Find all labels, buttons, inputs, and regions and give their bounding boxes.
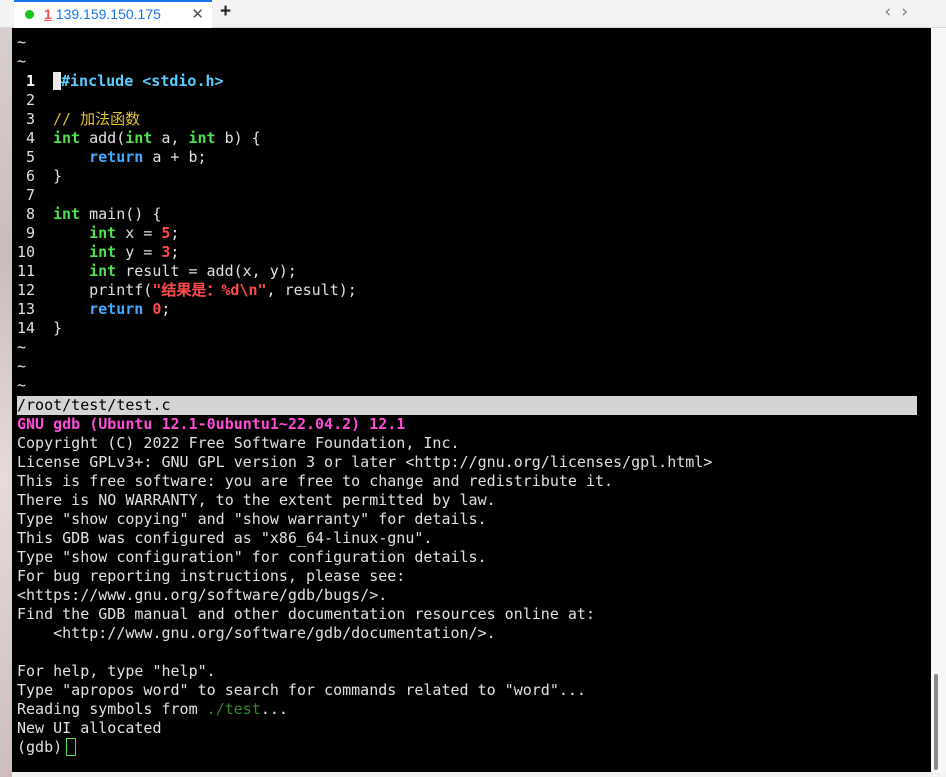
empty-line-marker: ~ <box>17 376 27 394</box>
gdb-output-line: New UI allocated <box>17 719 162 737</box>
source-file-status-bar: /root/test/test.c <box>17 396 917 415</box>
code-line: 12 printf("结果是：%d\n", result); <box>17 281 357 300</box>
line-number: 13 <box>17 300 36 318</box>
gdb-output-line: Type "show configuration" for configurat… <box>17 548 487 566</box>
line-number: 6 <box>25 167 35 185</box>
executable-path: ./test <box>206 700 261 718</box>
gdb-output-line: For bug reporting instructions, please s… <box>17 567 406 585</box>
gdb-output-line: License GPLv3+: GNU GPL version 3 or lat… <box>17 453 713 471</box>
gdb-output-line: <https://www.gnu.org/software/gdb/bugs/>… <box>17 586 388 604</box>
code-text: return a + b; <box>89 148 207 166</box>
code-line: 3 // 加法函数 <box>17 110 140 129</box>
line-number: 7 <box>25 186 35 204</box>
gdb-prompt-line[interactable]: (gdb) <box>17 738 77 757</box>
chevron-right-icon[interactable]: › <box>901 2 918 22</box>
code-text: int main() { <box>53 205 162 223</box>
window-bottom-edge <box>12 772 946 777</box>
tab-number: 1 <box>44 6 52 22</box>
line-number: 2 <box>25 91 35 109</box>
connection-status-icon <box>25 10 34 19</box>
code-line: 10 int y = 3; <box>17 243 179 262</box>
line-number: 9 <box>25 224 35 242</box>
code-line: 1 #include <stdio.h> <box>17 72 224 91</box>
code-line: 14} <box>17 319 62 338</box>
empty-line-marker: ~ <box>17 52 27 70</box>
scrollbar-thumb[interactable] <box>934 674 938 770</box>
empty-line-marker: ~ <box>17 357 27 375</box>
gdb-prompt: (gdb) <box>17 738 63 756</box>
chevron-left-icon[interactable]: ‹ <box>884 2 901 22</box>
gdb-output-line: This is free software: you are free to c… <box>17 472 614 490</box>
code-line: 5 return a + b; <box>17 148 207 167</box>
code-line: 9 int x = 5; <box>17 224 179 243</box>
desktop-background <box>0 28 12 777</box>
gdb-output-line: <http://www.gnu.org/software/gdb/documen… <box>17 624 496 642</box>
gdb-version-line: GNU gdb (Ubuntu 12.1-0ubuntu1~22.04.2) 1… <box>17 415 406 433</box>
code-text: } <box>53 319 63 337</box>
code-line: 4 int add(int a, int b) { <box>17 129 261 148</box>
session-tab[interactable]: 1 139.159.150.175 ✕ <box>14 0 212 28</box>
code-line: 2 <box>17 91 53 110</box>
input-cursor[interactable] <box>66 738 77 756</box>
line-number: 8 <box>25 205 35 223</box>
gdb-output-line: Type "apropos word" to search for comman… <box>17 681 586 699</box>
code-text: int x = 5; <box>89 224 180 242</box>
code-text: #include <stdio.h> <box>61 72 224 90</box>
code-line: 11 int result = add(x, y); <box>17 262 297 281</box>
gdb-reading-symbols-line: Reading symbols from ./test... <box>17 700 288 719</box>
line-number: 1 <box>25 72 35 90</box>
new-tab-button[interactable]: + <box>220 1 231 23</box>
code-text: } <box>53 167 63 185</box>
terminal-pane[interactable]: ~ ~ 1 #include <stdio.h> 2 3 // 加法函数 4 int … <box>12 28 931 772</box>
code-text: int add(int a, int b) { <box>53 129 261 147</box>
tab-host: 139.159.150.175 <box>55 6 161 22</box>
code-text: printf("结果是：%d\n", result); <box>53 281 357 299</box>
gdb-output-line: This GDB was configured as "x86_64-linux… <box>17 529 433 547</box>
line-number: 4 <box>25 129 35 147</box>
line-number: 10 <box>17 243 36 261</box>
tab-label: 1 139.159.150.175 <box>44 6 161 22</box>
gdb-output-line: For help, type "help". <box>17 662 216 680</box>
tab-nav: ‹› <box>884 2 918 22</box>
code-line: 13 return 0; <box>17 300 170 319</box>
code-line: 6} <box>17 167 62 186</box>
code-line: 7 <box>17 186 53 205</box>
line-number: 3 <box>25 110 35 128</box>
scrollbar-track[interactable] <box>931 28 946 772</box>
line-number: 11 <box>17 262 36 280</box>
line-number: 12 <box>17 281 36 299</box>
gdb-output-line: There is NO WARRANTY, to the extent perm… <box>17 491 496 509</box>
code-text: return 0; <box>89 300 171 318</box>
gdb-output-line: Type "show copying" and "show warranty" … <box>17 510 487 528</box>
tab-bar: 1 139.159.150.175 ✕ + ‹› <box>0 0 946 28</box>
line-number: 14 <box>17 319 36 337</box>
gdb-output-line: Copyright (C) 2022 Free Software Foundat… <box>17 434 460 452</box>
gdb-output-line: Find the GDB manual and other documentat… <box>17 605 595 623</box>
empty-line-marker: ~ <box>17 338 27 356</box>
code-comment: // 加法函数 <box>53 110 141 128</box>
code-text: int result = add(x, y); <box>89 262 297 280</box>
reading-suffix: ... <box>260 700 288 718</box>
close-icon[interactable]: ✕ <box>191 5 204 23</box>
empty-line-marker: ~ <box>17 33 27 51</box>
reading-prefix: Reading symbols from <box>17 700 207 718</box>
code-line: 8 int main() { <box>17 205 161 224</box>
line-number: 5 <box>25 148 35 166</box>
code-text: int y = 3; <box>89 243 180 261</box>
text-cursor <box>53 72 61 90</box>
